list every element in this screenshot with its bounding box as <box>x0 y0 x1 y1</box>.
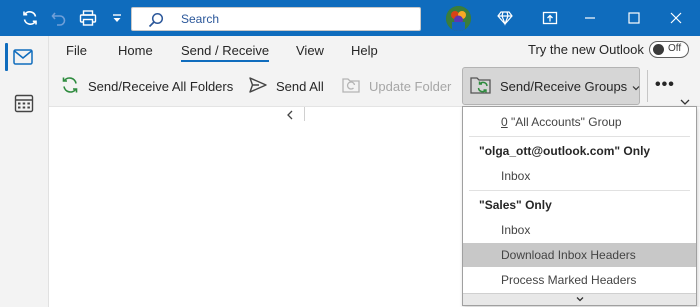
rail-active-indicator <box>5 43 8 71</box>
send-receive-groups-label: Send/Receive Groups <box>500 78 628 94</box>
ribbon-separator <box>647 70 648 102</box>
sync-icon[interactable] <box>19 7 41 29</box>
tab-file[interactable]: File <box>66 43 87 58</box>
print-icon[interactable] <box>77 7 99 29</box>
menu-item-download-inbox-headers[interactable]: Download Inbox Headers <box>463 243 696 267</box>
active-tab-indicator <box>181 60 269 62</box>
menu-item-all-accounts-group[interactable]: 0 "All Accounts" Group <box>463 110 696 134</box>
send-icon <box>248 75 268 98</box>
send-all-button[interactable]: Send All <box>248 71 324 101</box>
menu-item-all-accounts-label: "All Accounts" Group <box>507 115 622 129</box>
close-icon[interactable] <box>664 6 688 30</box>
premium-diamond-icon[interactable] <box>493 6 517 30</box>
customize-toolbar-icon[interactable] <box>106 7 128 29</box>
avatar[interactable] <box>446 6 471 31</box>
toggle-knob <box>653 44 664 55</box>
more-commands-icon[interactable]: ••• <box>655 76 675 94</box>
send-receive-groups-button[interactable]: Send/Receive Groups <box>462 67 640 105</box>
chevron-down-icon <box>632 79 640 94</box>
maximize-icon[interactable] <box>622 6 646 30</box>
navigation-rail <box>0 36 49 307</box>
tab-view[interactable]: View <box>296 43 324 58</box>
try-new-outlook-label: Try the new Outlook <box>528 42 644 57</box>
send-receive-groups-menu: 0 "All Accounts" Group "olga_ott@outlook… <box>462 106 697 306</box>
tab-home[interactable]: Home <box>118 43 153 58</box>
mail-icon[interactable] <box>13 48 33 69</box>
update-folder-icon <box>341 75 361 98</box>
menu-divider <box>469 190 690 191</box>
send-receive-all-folders-button[interactable]: Send/Receive All Folders <box>60 71 233 101</box>
calendar-icon[interactable] <box>14 93 34 116</box>
sync-icon <box>60 75 80 98</box>
undo-icon[interactable] <box>48 7 70 29</box>
menu-scroll-down[interactable] <box>463 293 696 305</box>
restore-ribbon-icon[interactable] <box>538 6 562 30</box>
menu-divider <box>469 136 690 137</box>
title-bar: Search <box>0 0 700 36</box>
search-placeholder: Search <box>181 12 220 26</box>
search-input[interactable]: Search <box>131 7 421 31</box>
menu-header-olga-account: "olga_ott@outlook.com" Only <box>479 144 651 158</box>
menu-item-process-marked-headers[interactable]: Process Marked Headers <box>463 268 696 292</box>
update-folder-label: Update Folder <box>369 78 452 94</box>
tab-help[interactable]: Help <box>351 43 378 58</box>
access-key-label: 0 <box>501 115 508 129</box>
minimize-icon[interactable] <box>578 6 602 30</box>
collapse-folder-pane-icon[interactable] <box>286 110 294 123</box>
send-receive-groups-icon <box>470 75 492 98</box>
update-folder-button[interactable]: Update Folder <box>341 71 451 101</box>
toggle-state-label: Off <box>668 43 682 54</box>
try-new-outlook-toggle[interactable]: Off <box>649 41 689 58</box>
tab-send-receive[interactable]: Send / Receive <box>181 43 269 58</box>
pane-divider <box>304 107 305 121</box>
send-receive-all-folders-label: Send/Receive All Folders <box>88 78 234 94</box>
menu-item-sales-inbox[interactable]: Inbox <box>463 218 696 242</box>
menu-item-olga-inbox[interactable]: Inbox <box>463 164 696 188</box>
search-icon <box>148 12 164 31</box>
menu-header-sales-account: "Sales" Only <box>479 198 552 212</box>
send-all-label: Send All <box>276 78 324 94</box>
